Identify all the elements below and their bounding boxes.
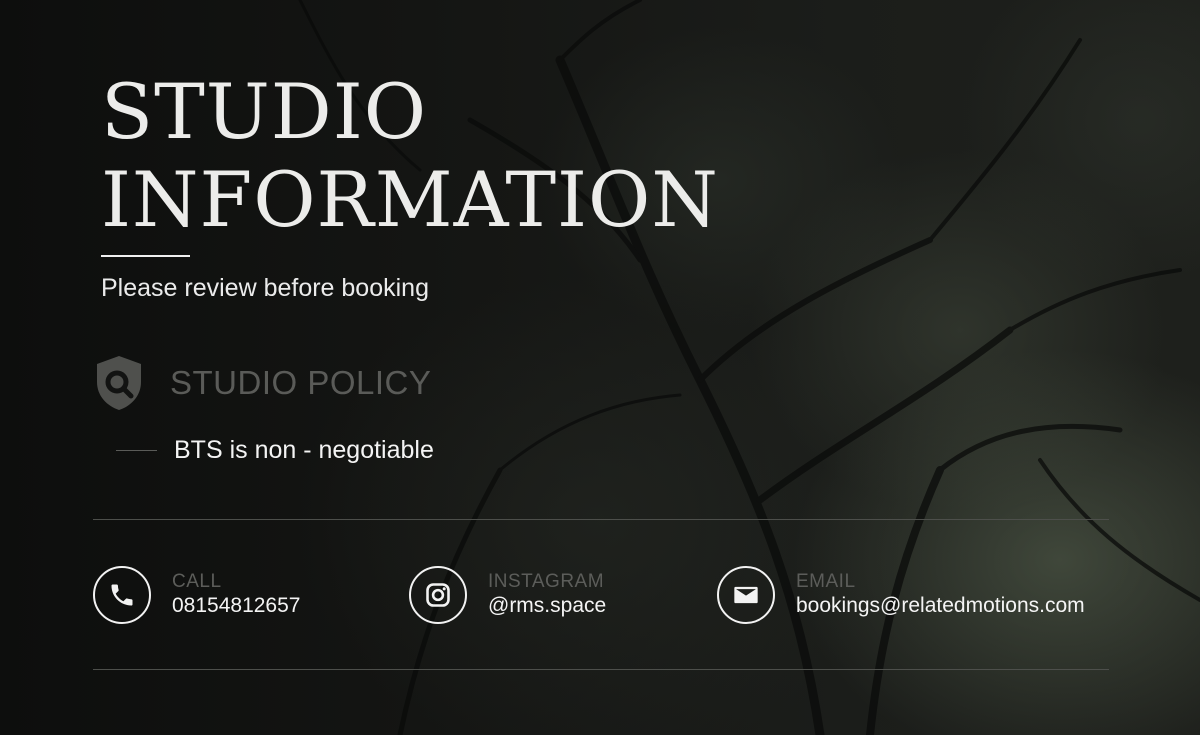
contact-instagram[interactable]: INSTAGRAM @rms.space: [409, 566, 606, 624]
page-title: STUDIO INFORMATION: [101, 68, 861, 244]
contact-call-label: CALL: [172, 571, 222, 592]
contact-email-label: EMAIL: [796, 571, 856, 592]
policy-item: BTS is non - negotiable: [116, 436, 434, 465]
contact-instagram-label: INSTAGRAM: [488, 571, 605, 592]
contact-instagram-value[interactable]: @rms.space: [488, 593, 606, 619]
divider-bottom: [93, 669, 1109, 670]
policy-item-dash: [116, 450, 157, 451]
contact-email-texts: EMAIL bookings@relatedmotions.com: [796, 571, 1085, 619]
title-line-2: INFORMATION: [101, 155, 719, 244]
divider-top: [93, 519, 1109, 520]
shield-search-icon: [97, 356, 141, 410]
policy-title: STUDIO POLICY: [170, 364, 432, 401]
instagram-icon[interactable]: [409, 566, 467, 624]
studio-info-panel: STUDIO INFORMATION Please review before …: [0, 0, 1200, 735]
title-underline: [101, 255, 190, 257]
contact-instagram-texts: INSTAGRAM @rms.space: [488, 571, 606, 619]
contact-call-texts: CALL 08154812657: [172, 571, 300, 619]
title-line-1: STUDIO: [101, 67, 428, 156]
policy-header: STUDIO POLICY: [94, 354, 431, 412]
page-subtitle: Please review before booking: [101, 274, 429, 302]
contact-email-value[interactable]: bookings@relatedmotions.com: [796, 593, 1085, 619]
contact-call-value[interactable]: 08154812657: [172, 593, 300, 619]
contact-email[interactable]: EMAIL bookings@relatedmotions.com: [717, 566, 1085, 624]
policy-item-text: BTS is non - negotiable: [174, 436, 434, 464]
contact-call[interactable]: CALL 08154812657: [93, 566, 300, 624]
phone-icon[interactable]: [93, 566, 151, 624]
mail-icon[interactable]: [717, 566, 775, 624]
